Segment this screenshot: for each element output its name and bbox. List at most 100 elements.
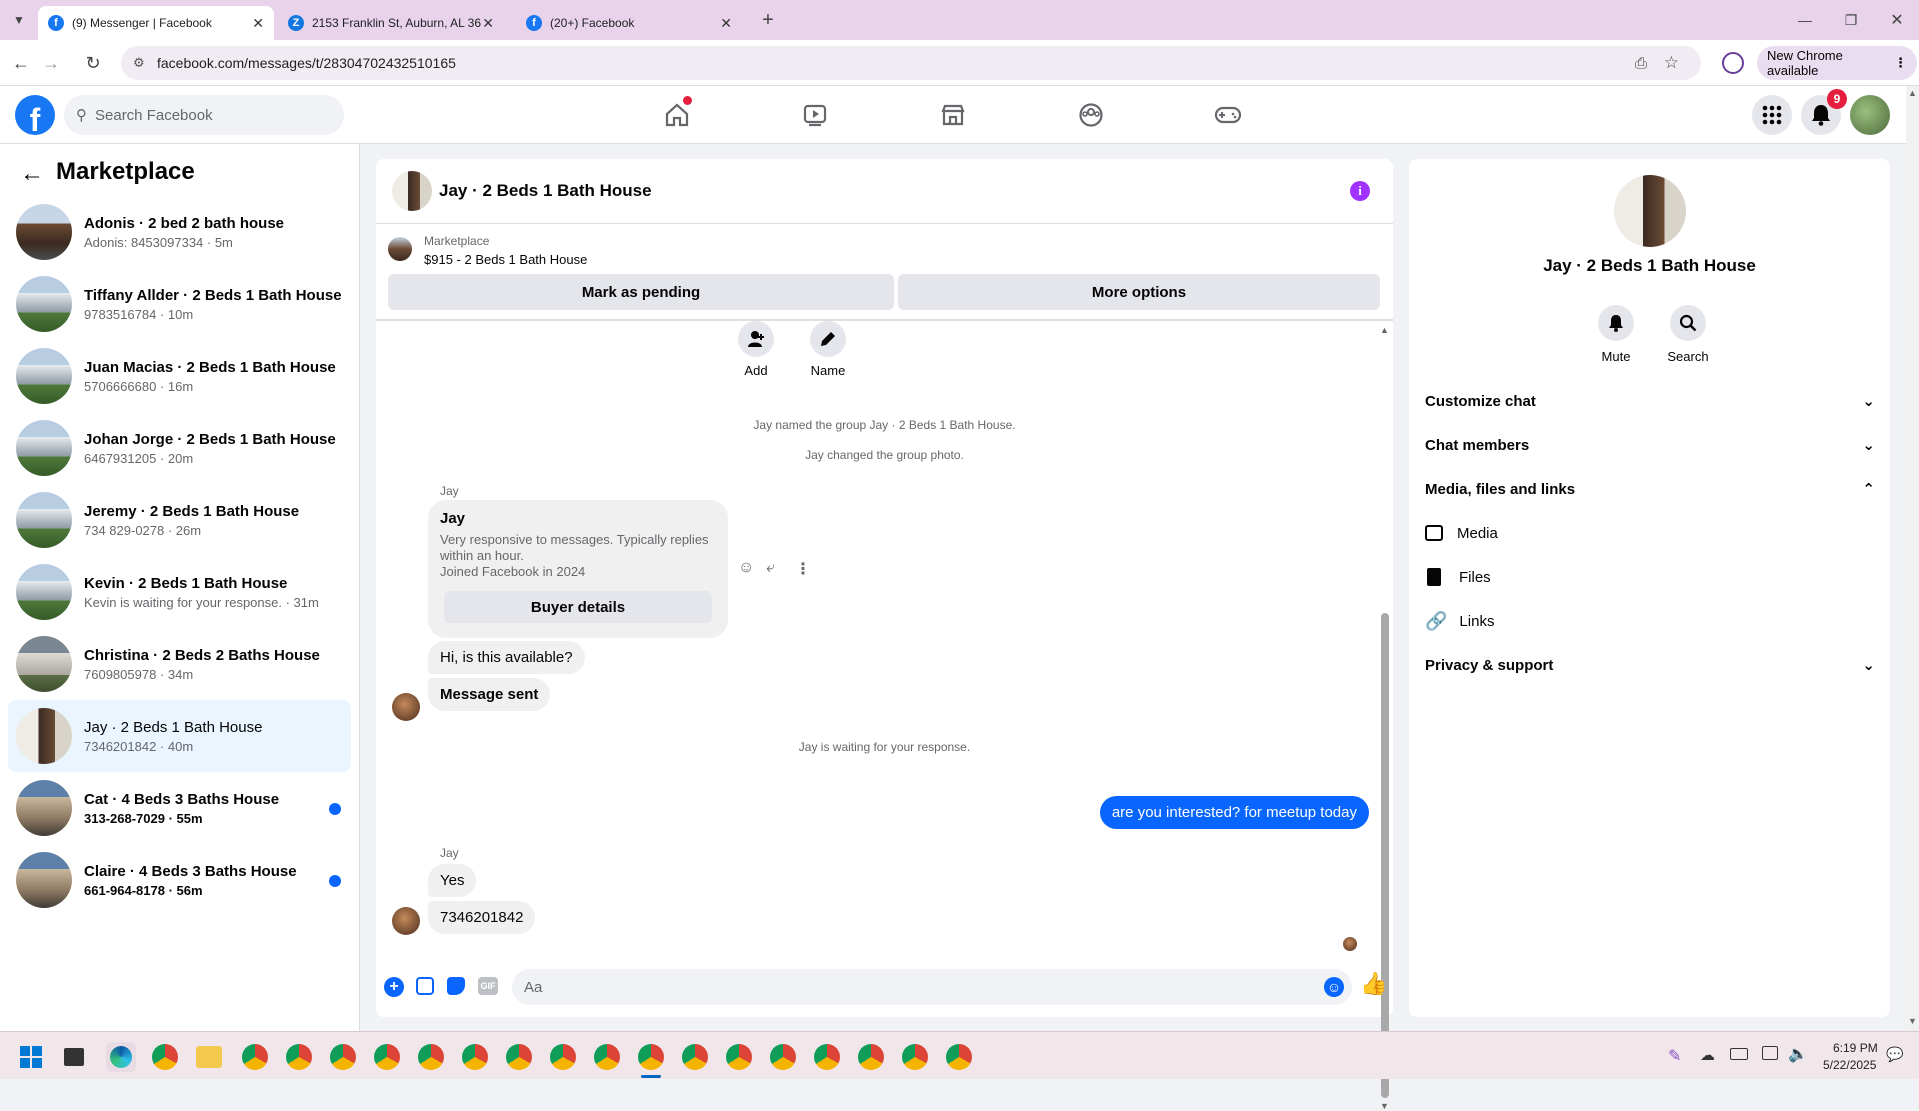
video-icon[interactable] bbox=[800, 100, 830, 130]
scroll-down-arrow[interactable]: ▼ bbox=[1908, 1016, 1917, 1026]
clock-date[interactable]: 5/22/2025 bbox=[1823, 1058, 1876, 1072]
message-bubble[interactable]: Yes bbox=[428, 864, 477, 897]
conversation-item-selected[interactable]: Jay · 2 Beds 1 Bath House 7346201842 · 40… bbox=[8, 700, 351, 772]
account-avatar[interactable] bbox=[1850, 95, 1890, 135]
chat-members-row[interactable]: Chat members ⌄ bbox=[1425, 423, 1875, 467]
back-icon[interactable]: ← bbox=[8, 50, 34, 76]
message-bubble[interactable]: Message sent bbox=[428, 678, 551, 711]
back-arrow-icon[interactable]: ← bbox=[20, 160, 44, 188]
search-chat-button[interactable]: Search bbox=[1661, 305, 1715, 364]
chrome-profile-icon[interactable] bbox=[462, 1044, 488, 1070]
page-scrollbar[interactable]: ▲ ▼ bbox=[1906, 86, 1919, 1031]
emoji-icon[interactable]: ☺ bbox=[1324, 977, 1344, 997]
chrome-profile-icon[interactable] bbox=[858, 1044, 884, 1070]
menu-grid-icon[interactable] bbox=[1752, 95, 1792, 135]
chrome-profile-icon[interactable] bbox=[682, 1044, 708, 1070]
conversation-item[interactable]: Johan Jorge · 2 Beds 1 Bath House 6467931… bbox=[8, 412, 351, 484]
url-field[interactable]: ⚙ facebook.com/messages/t/28304702432510… bbox=[121, 46, 1701, 80]
close-tab-icon[interactable]: ✕ bbox=[252, 15, 264, 32]
listing-text[interactable]: $915 - 2 Beds 1 Bath House bbox=[424, 252, 587, 267]
groups-icon[interactable] bbox=[1076, 100, 1106, 130]
onedrive-icon[interactable]: ☁ bbox=[1700, 1046, 1715, 1064]
message-bubble[interactable]: 7346201842 bbox=[428, 901, 536, 934]
thumbs-up-icon[interactable]: 👍 bbox=[1360, 971, 1387, 997]
reply-icon[interactable]: ⤶ bbox=[766, 559, 775, 577]
reload-icon[interactable]: ↻ bbox=[80, 50, 106, 76]
notification-center-icon[interactable]: 💬 bbox=[1886, 1046, 1903, 1063]
facebook-logo[interactable]: f bbox=[15, 95, 55, 135]
tab-messenger[interactable]: f (9) Messenger | Facebook ✕ bbox=[38, 6, 274, 40]
home-icon[interactable] bbox=[662, 96, 692, 130]
minimize-button[interactable]: — bbox=[1792, 7, 1818, 33]
close-tab-icon[interactable]: ✕ bbox=[720, 15, 732, 32]
conversation-item[interactable]: Kevin · 2 Beds 1 Bath House Kevin is wait… bbox=[8, 556, 351, 628]
more-options-button[interactable]: More options bbox=[898, 274, 1380, 310]
notifications-bell-icon[interactable]: 9 bbox=[1801, 89, 1847, 135]
chat-title[interactable]: Jay · 2 Beds 1 Bath House bbox=[439, 181, 652, 201]
chrome-profile-icon[interactable] bbox=[770, 1044, 796, 1070]
sticker-icon[interactable] bbox=[447, 977, 465, 995]
conversation-item[interactable]: Juan Macias · 2 Beds 1 Bath House 5706666… bbox=[8, 340, 351, 412]
conversation-item[interactable]: Christina · 2 Beds 2 Baths House 76098059… bbox=[8, 628, 351, 700]
chrome-profile-icon[interactable] bbox=[506, 1044, 532, 1070]
customize-chat-row[interactable]: Customize chat ⌄ bbox=[1425, 379, 1875, 423]
chrome-profile-icon[interactable] bbox=[550, 1044, 576, 1070]
gif-icon[interactable]: GIF bbox=[478, 977, 498, 995]
conversation-item[interactable]: Adonis · 2 bed 2 bath house Adonis: 84530… bbox=[8, 196, 351, 268]
message-bubble[interactable]: Hi, is this available? bbox=[428, 641, 585, 674]
tab-search-icon[interactable]: ▼ bbox=[6, 7, 32, 33]
scroll-down-arrow[interactable]: ▼ bbox=[1380, 1101, 1389, 1111]
close-window-button[interactable]: ✕ bbox=[1884, 7, 1910, 33]
scroll-up-arrow[interactable]: ▲ bbox=[1908, 88, 1917, 98]
photo-icon[interactable] bbox=[416, 977, 434, 995]
pen-icon[interactable]: ✎ bbox=[1668, 1046, 1681, 1066]
chrome-profile-icon[interactable] bbox=[286, 1044, 312, 1070]
chrome-profile-icon[interactable] bbox=[946, 1044, 972, 1070]
more-actions-icon[interactable]: ⋮ bbox=[795, 559, 811, 579]
scrollbar-thumb[interactable] bbox=[1381, 613, 1389, 1098]
links-row[interactable]: 🔗 Links bbox=[1425, 599, 1875, 643]
media-row[interactable]: Media bbox=[1425, 511, 1875, 555]
info-icon[interactable]: i bbox=[1350, 181, 1370, 201]
edge-icon[interactable] bbox=[106, 1042, 136, 1072]
site-info-icon[interactable]: ⚙ bbox=[133, 55, 145, 71]
my-message-bubble[interactable]: are you interested? for meetup today bbox=[1099, 796, 1369, 829]
forward-icon[interactable]: → bbox=[38, 50, 64, 76]
chrome-profile-icon[interactable] bbox=[726, 1044, 752, 1070]
restore-button[interactable]: ❐ bbox=[1838, 7, 1864, 33]
chat-avatar[interactable] bbox=[392, 171, 432, 211]
name-group-button[interactable]: Name bbox=[795, 321, 861, 378]
message-input[interactable]: Aa ☺ bbox=[512, 969, 1352, 1005]
marketplace-icon[interactable] bbox=[938, 100, 968, 130]
volume-icon[interactable]: 🔈 bbox=[1788, 1044, 1808, 1064]
clock-time[interactable]: 6:19 PM bbox=[1833, 1041, 1878, 1055]
tab-facebook[interactable]: f (20+) Facebook ✕ bbox=[516, 6, 742, 40]
media-files-links-row[interactable]: Media, files and links ⌃ bbox=[1425, 467, 1875, 511]
bookmark-star-icon[interactable]: ☆ bbox=[1664, 53, 1679, 73]
chrome-profile-icon[interactable] bbox=[902, 1044, 928, 1070]
chrome-profile-icon[interactable] bbox=[814, 1044, 840, 1070]
profile-icon[interactable] bbox=[1722, 52, 1744, 74]
chrome-profile-icon[interactable] bbox=[418, 1044, 444, 1070]
scroll-up-arrow[interactable]: ▲ bbox=[1380, 325, 1389, 335]
search-facebook-input[interactable]: ⚲ Search Facebook bbox=[64, 95, 344, 135]
keyboard-icon[interactable] bbox=[1730, 1048, 1748, 1060]
files-row[interactable]: Files bbox=[1425, 555, 1875, 599]
chrome-profile-icon[interactable] bbox=[594, 1044, 620, 1070]
react-icon[interactable]: ☺ bbox=[738, 559, 754, 577]
network-icon[interactable] bbox=[1762, 1046, 1778, 1060]
tab-zillow[interactable]: Z 2153 Franklin St, Auburn, AL 36 ✕ bbox=[278, 6, 504, 40]
buyer-details-button[interactable]: Buyer details bbox=[444, 591, 712, 623]
new-tab-button[interactable]: + bbox=[755, 7, 781, 33]
more-menu-icon[interactable]: ⋮ bbox=[1894, 55, 1907, 71]
add-people-button[interactable]: Add bbox=[723, 321, 789, 378]
chrome-profile-icon-active[interactable] bbox=[638, 1044, 664, 1070]
chrome-icon[interactable] bbox=[152, 1044, 178, 1070]
new-chrome-button[interactable]: New Chrome available ⋮ bbox=[1757, 46, 1917, 80]
install-icon[interactable]: ⎙ bbox=[1635, 55, 1647, 72]
windows-start-icon[interactable] bbox=[20, 1046, 42, 1068]
mute-button[interactable]: Mute bbox=[1591, 305, 1641, 364]
gaming-icon[interactable] bbox=[1213, 100, 1243, 130]
mark-as-pending-button[interactable]: Mark as pending bbox=[388, 274, 894, 310]
file-explorer-icon[interactable] bbox=[196, 1046, 222, 1068]
